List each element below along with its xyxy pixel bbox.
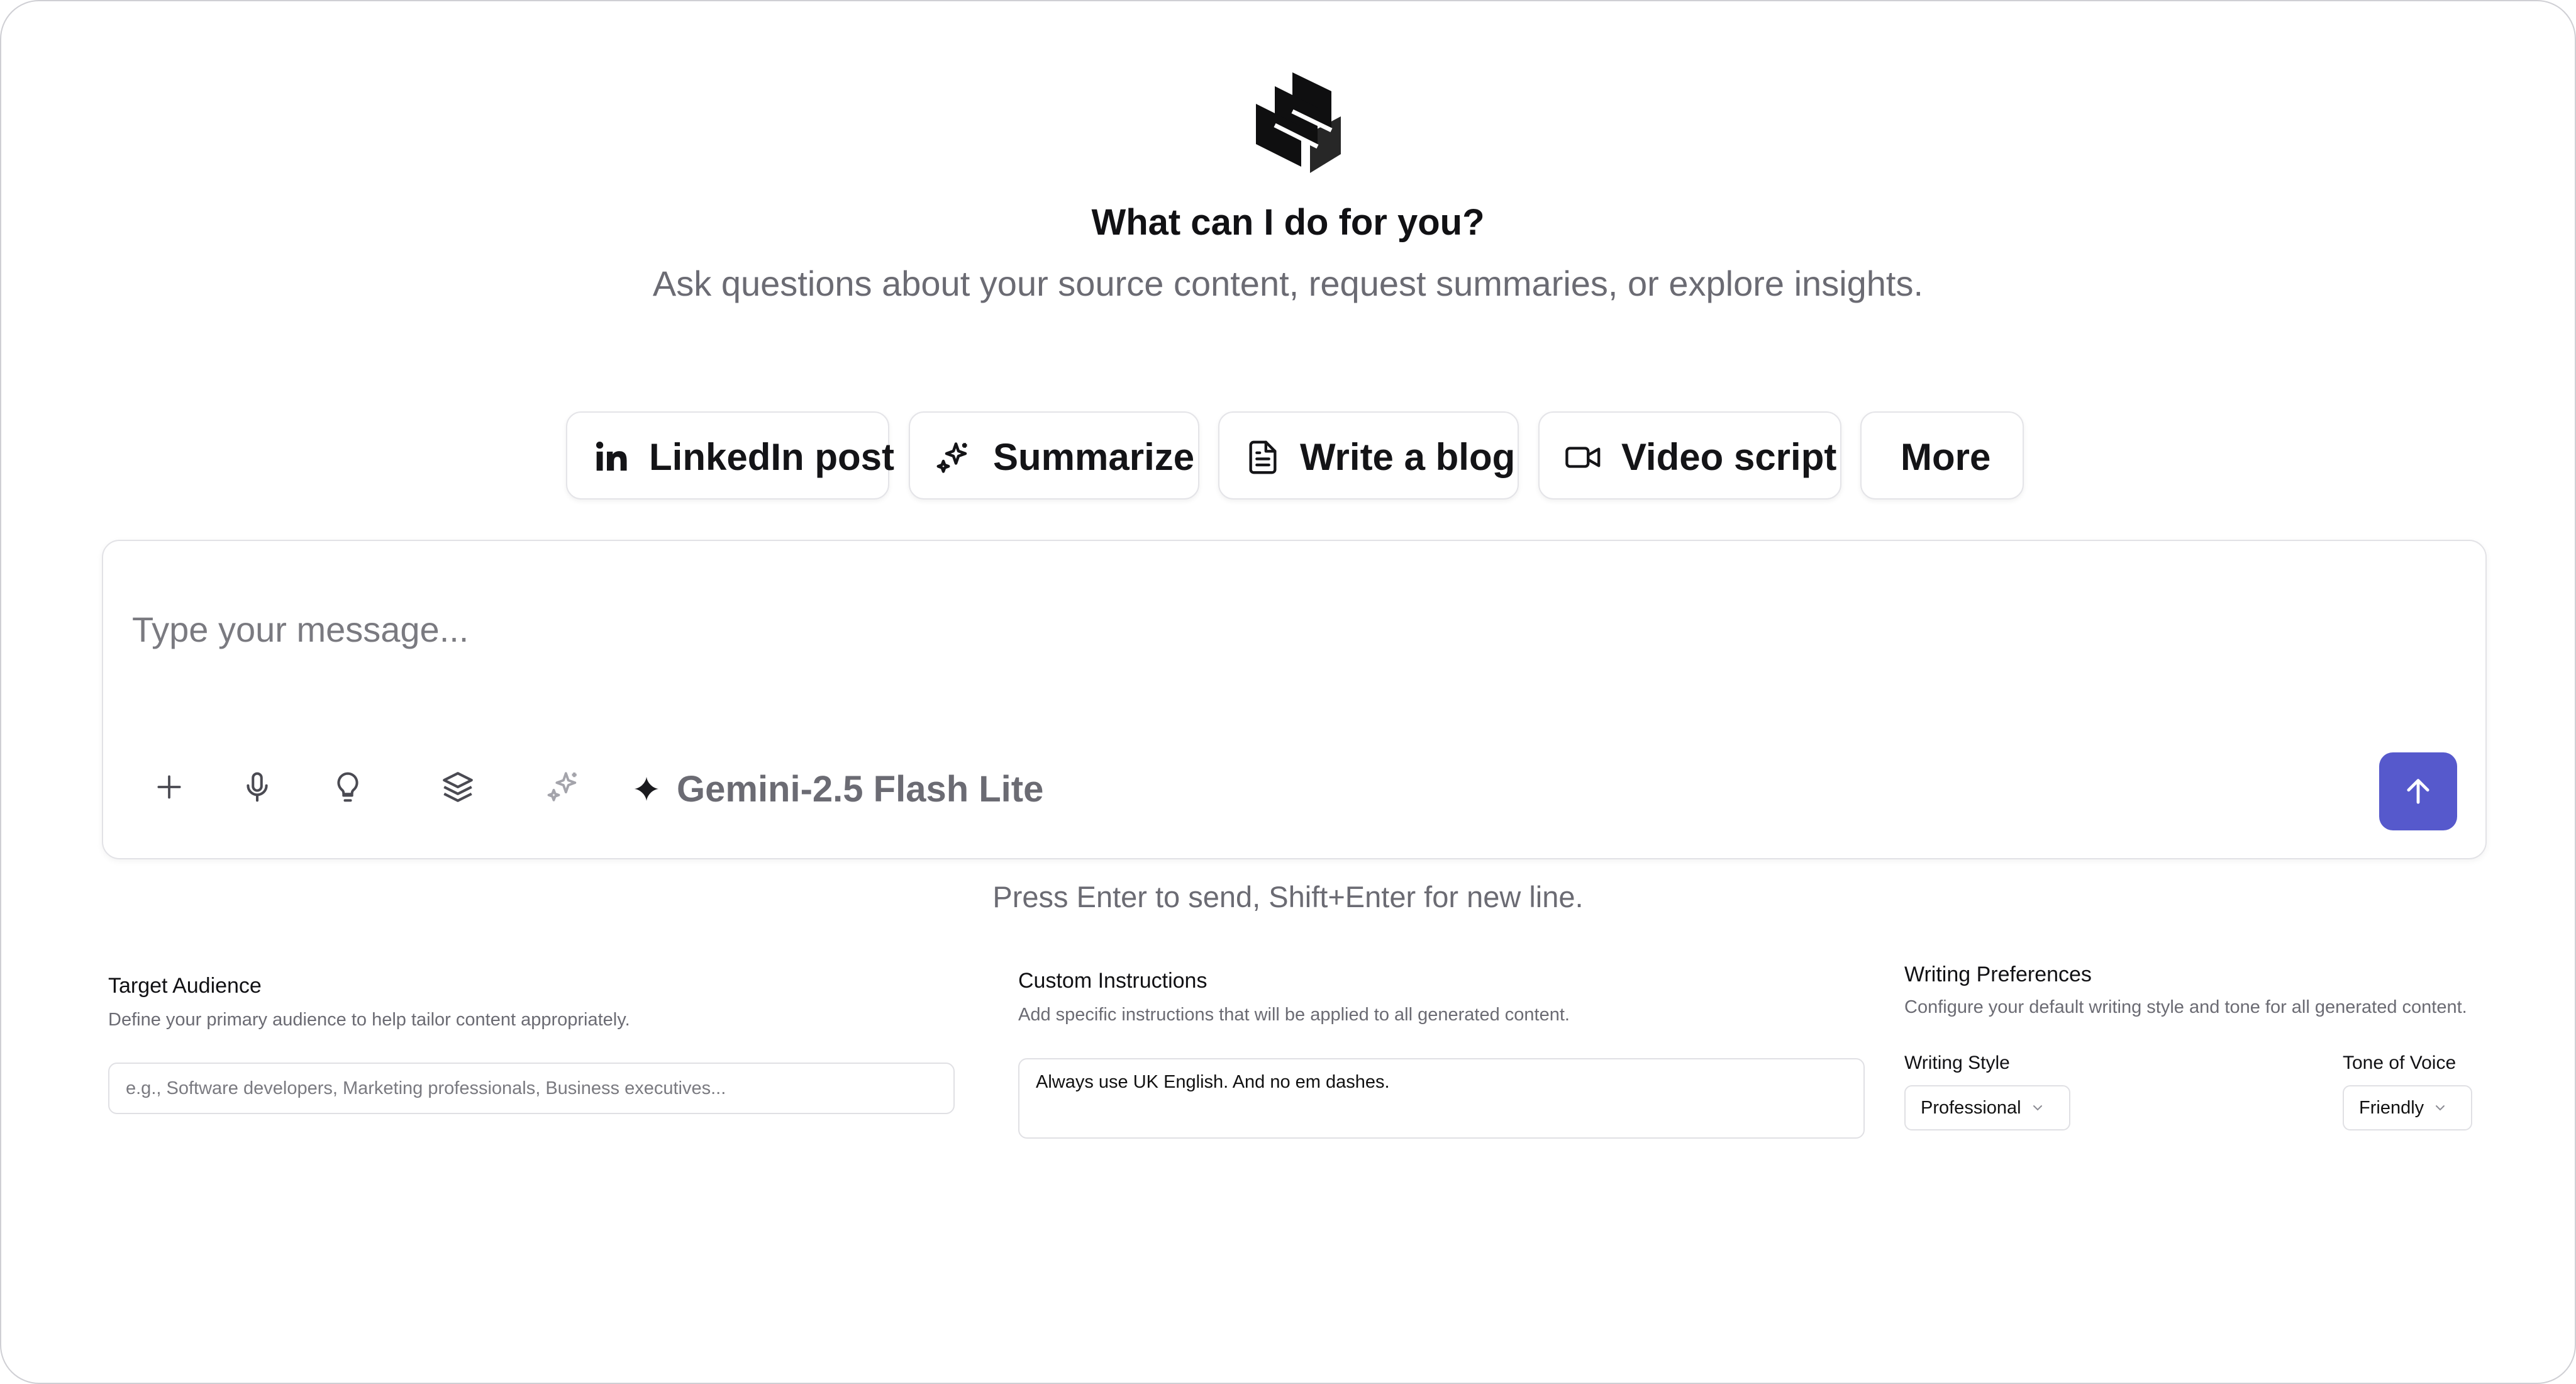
stacked-layers-logo [1256,72,1341,173]
model-selector[interactable]: Gemini-2.5 Flash Lite [633,766,1043,812]
linkedin-icon [596,441,627,471]
tone-of-voice-value: Friendly [2359,1097,2424,1118]
custom-instructions-textarea[interactable]: Always use UK English. And no em dashes. [1018,1058,1865,1139]
summarize-button[interactable]: Summarize [909,411,1199,499]
target-audience-input[interactable] [108,1063,955,1114]
enhance-prompt-button[interactable] [541,765,585,809]
message-input[interactable] [132,609,2270,684]
target-audience-description: Define your primary audience to help tai… [108,1010,630,1030]
send-button[interactable] [2379,752,2457,830]
lightbulb-icon [337,772,358,802]
tone-of-voice-select[interactable]: Friendly [2343,1085,2472,1130]
writing-preferences-description: Configure your default writing style and… [1904,997,2467,1017]
microphone-icon [247,772,268,802]
ideas-button[interactable] [326,765,370,809]
chevron-down-icon [2033,1105,2042,1111]
chevron-down-icon [2436,1105,2445,1111]
sparkles-icon [547,772,577,801]
target-audience-title: Target Audience [108,974,262,998]
custom-instructions-description: Add specific instructions that will be a… [1018,1005,1570,1025]
keyboard-hint: Press Enter to send, Shift+Enter for new… [992,880,1584,913]
add-attachment-button[interactable] [147,765,191,809]
tone-of-voice-label: Tone of Voice [2343,1052,2457,1073]
layers-icon [443,772,473,802]
more-button[interactable]: More [1860,411,2024,499]
writing-style-value: Professional [1921,1097,2021,1118]
more-label: More [1901,436,1991,478]
write-a-blog-label: Write a blog [1300,436,1516,478]
plus-icon [157,775,181,799]
linkedin-post-label: LinkedIn post [649,436,894,478]
writing-style-label: Writing Style [1904,1052,2010,1073]
summarize-label: Summarize [993,436,1195,478]
page-title: What can I do for you? [1091,202,1485,243]
four-point-star-icon [634,776,659,801]
document-icon [1249,440,1277,474]
arrow-up-icon [2407,779,2429,804]
video-script-label: Video script [1621,436,1837,478]
linkedin-post-button[interactable]: LinkedIn post [566,411,894,499]
video-script-button[interactable]: Video script [1538,411,1841,499]
write-a-blog-button[interactable]: Write a blog [1218,411,1519,499]
message-composer [102,540,2487,859]
page-subtitle: Ask questions about your source content,… [652,264,1924,303]
voice-input-button[interactable] [235,765,279,809]
sources-button[interactable] [436,765,480,809]
writing-style-select[interactable]: Professional [1904,1085,2070,1130]
model-name: Gemini-2.5 Flash Lite [677,768,1044,810]
custom-instructions-title: Custom Instructions [1018,969,1208,993]
sparkles-icon [936,442,967,473]
video-camera-icon [1565,447,1601,468]
writing-preferences-title: Writing Preferences [1904,963,2092,986]
